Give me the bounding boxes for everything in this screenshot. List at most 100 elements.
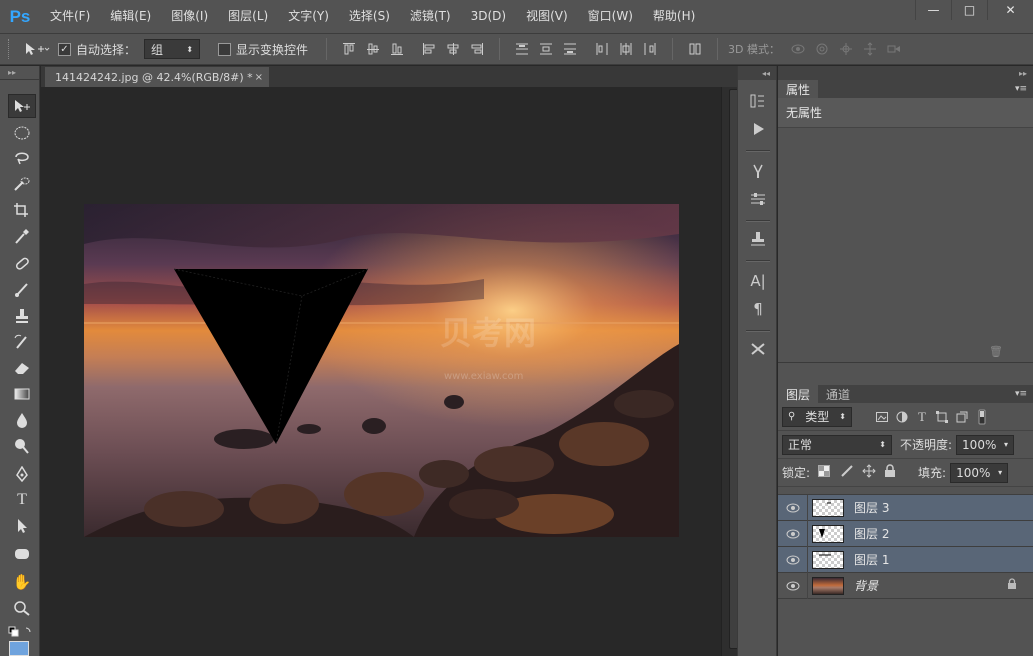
shape-filter-icon[interactable] <box>932 407 952 427</box>
chevron-down-icon[interactable]: ▾ <box>998 468 1002 477</box>
lock-transparent-icon[interactable] <box>818 465 831 480</box>
show-transform-checkbox[interactable] <box>218 42 232 56</box>
layer-row-2[interactable]: 图层 2 <box>778 520 1033 547</box>
3d-drag-icon[interactable] <box>834 39 858 59</box>
path-selection-tool[interactable] <box>8 514 36 538</box>
smart-object-filter-icon[interactable] <box>952 407 972 427</box>
fill-input[interactable]: 100% ▾ <box>950 462 1009 483</box>
opacity-input[interactable]: 100% ▾ <box>956 434 1015 455</box>
history-brush-tool[interactable] <box>8 330 36 354</box>
foreground-color-swatch[interactable] <box>9 641 29 656</box>
type-tool[interactable]: T <box>8 488 36 512</box>
menu-edit[interactable]: 编辑(E) <box>100 0 161 33</box>
lasso-tool[interactable] <box>8 146 36 170</box>
lock-position-icon[interactable] <box>862 464 876 481</box>
vertical-scrollbar[interactable] <box>721 87 739 656</box>
hand-tool[interactable]: ✋ <box>8 570 36 594</box>
filter-toggle-icon[interactable] <box>972 407 992 427</box>
close-button[interactable]: ✕ <box>987 0 1033 20</box>
blend-mode-dropdown[interactable]: 正常 ⬍ <box>782 434 892 455</box>
quick-selection-tool[interactable] <box>8 172 36 196</box>
lock-pixels-icon[interactable] <box>840 464 854 481</box>
menu-filter[interactable]: 滤镜(T) <box>400 0 461 33</box>
tab-layers[interactable]: 图层 <box>778 385 819 403</box>
layer-row-1[interactable]: 图层 1 <box>778 546 1033 573</box>
layer-row-background[interactable]: 背景 <box>778 572 1033 599</box>
gradient-tool[interactable] <box>8 382 36 406</box>
distribute-hcenter-icon[interactable] <box>614 39 638 59</box>
lock-all-icon[interactable] <box>884 464 896 481</box>
layer-row-3[interactable]: 图层 3 <box>778 494 1033 521</box>
history-icon[interactable] <box>746 90 770 112</box>
trash-icon[interactable]: 🗑 <box>989 345 1003 358</box>
blur-tool[interactable] <box>8 408 36 432</box>
align-right-icon[interactable] <box>465 39 489 59</box>
eye-icon[interactable] <box>778 494 808 521</box>
menu-type[interactable]: 文字(Y) <box>278 0 339 33</box>
document-tab[interactable]: 141424242.jpg @ 42.4%(RGB/8#) * × <box>45 67 269 87</box>
type-filter-icon[interactable]: T <box>912 407 932 427</box>
align-vcenter-icon[interactable] <box>361 39 385 59</box>
brush-presets-icon[interactable] <box>746 160 770 182</box>
eye-icon[interactable] <box>778 520 808 547</box>
clone-source-icon[interactable] <box>746 228 770 250</box>
menu-view[interactable]: 视图(V) <box>516 0 578 33</box>
adjustments-icon[interactable] <box>746 188 770 210</box>
layers-menu-icon[interactable]: ▾≡ <box>1015 389 1027 399</box>
elliptical-marquee-tool[interactable] <box>8 121 36 145</box>
3d-scale-icon[interactable] <box>882 39 906 59</box>
align-hcenter-icon[interactable] <box>441 39 465 59</box>
auto-select-dropdown[interactable]: 组 ⬍ <box>144 39 201 59</box>
actions-play-icon[interactable] <box>746 118 770 140</box>
align-top-icon[interactable] <box>337 39 361 59</box>
minimize-button[interactable]: — <box>915 0 951 20</box>
distribute-vcenter-icon[interactable] <box>534 39 558 59</box>
panel-menu-icon[interactable]: ▾≡ <box>1015 84 1027 94</box>
dodge-tool[interactable] <box>8 434 36 458</box>
pixel-filter-icon[interactable] <box>872 407 892 427</box>
eye-icon[interactable] <box>778 572 808 599</box>
auto-align-icon[interactable] <box>683 39 707 59</box>
chevron-down-icon[interactable]: ▾ <box>1004 440 1008 449</box>
menu-select[interactable]: 选择(S) <box>339 0 400 33</box>
distribute-bottom-icon[interactable] <box>558 39 582 59</box>
clone-stamp-tool[interactable] <box>8 304 36 328</box>
move-tool-preset[interactable] <box>24 39 58 59</box>
default-colors-icon[interactable] <box>8 626 36 638</box>
tab-properties[interactable]: 属性 <box>778 80 819 98</box>
move-tool[interactable] <box>8 94 36 118</box>
eye-icon[interactable] <box>778 546 808 573</box>
3d-slide-icon[interactable] <box>858 39 882 59</box>
align-bottom-icon[interactable] <box>385 39 409 59</box>
menu-image[interactable]: 图像(I) <box>161 0 218 33</box>
tab-channels[interactable]: 通道 <box>818 385 858 403</box>
tools-collapse-icon[interactable]: ▸▸ <box>0 66 39 80</box>
3d-rotate-icon[interactable] <box>786 39 810 59</box>
menu-layer[interactable]: 图层(L) <box>218 0 278 33</box>
close-tab-icon[interactable]: × <box>255 72 263 83</box>
distribute-left-icon[interactable] <box>590 39 614 59</box>
maximize-button[interactable]: □ <box>951 0 987 20</box>
layer-filter-dropdown[interactable]: ⚲ 类型 ⬍ <box>782 406 852 427</box>
shape-tool[interactable] <box>8 542 36 566</box>
distribute-right-icon[interactable] <box>638 39 662 59</box>
eyedropper-tool[interactable] <box>8 224 36 248</box>
crop-tool[interactable] <box>8 198 36 222</box>
eraser-tool[interactable] <box>8 356 36 380</box>
auto-select-checkbox[interactable]: ✓ <box>58 42 71 56</box>
3d-roll-icon[interactable] <box>810 39 834 59</box>
zoom-tool[interactable] <box>8 596 36 620</box>
tool-presets-icon[interactable] <box>746 338 770 360</box>
panel-collapse-icon[interactable]: ▸▸ <box>778 66 1033 80</box>
paragraph-icon[interactable]: ¶ <box>746 298 770 320</box>
character-icon[interactable]: A| <box>746 270 770 292</box>
menu-3d[interactable]: 3D(D) <box>461 0 516 33</box>
document-image[interactable]: 贝考网 www.exiaw.com <box>84 204 679 537</box>
brush-tool[interactable] <box>8 278 36 302</box>
menu-file[interactable]: 文件(F) <box>40 0 100 33</box>
spot-healing-tool[interactable] <box>8 252 36 276</box>
align-left-icon[interactable] <box>417 39 441 59</box>
strip-collapse-icon[interactable]: ◂◂ <box>738 66 776 80</box>
pen-tool[interactable] <box>8 462 36 486</box>
menu-window[interactable]: 窗口(W) <box>578 0 643 33</box>
